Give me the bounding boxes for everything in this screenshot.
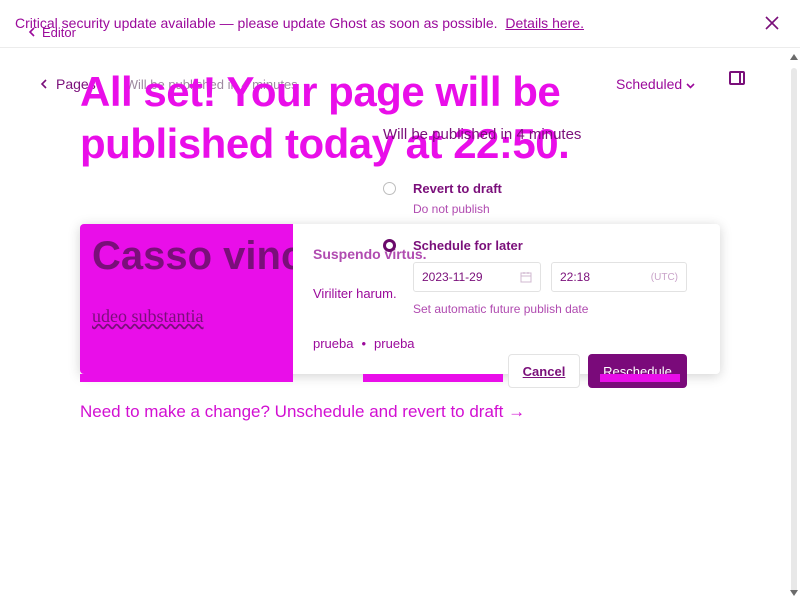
reschedule-button[interactable]: Reschedule [588,354,687,388]
editor-back-link[interactable]: Editor [28,25,76,40]
feature-image: Casso vincul udeo substantia [80,224,293,374]
card-excerpt: Viriliter harum. [313,286,397,301]
banner-message: Critical security update available — ple… [15,15,584,31]
card-tags: prueba • prueba [313,336,415,351]
banner-details-link[interactable]: Details here. [505,15,584,31]
chevron-left-icon[interactable] [40,76,48,92]
schedule-hint: Set automatic future publish date [413,302,589,316]
scroll-down-icon[interactable] [790,590,798,596]
timezone-label: (UTC) [650,271,678,283]
time-value: 22:18 [560,270,591,284]
image-subtitle: udeo substantia [92,306,204,326]
card-bottom-strip [80,374,720,382]
banner-text: Critical security update available — ple… [15,15,498,31]
security-banner: Critical security update available — ple… [0,0,800,48]
post-preview-card: Casso vincul udeo substantia Suspendo vi… [80,224,720,374]
tag: prueba [374,336,415,351]
time-input[interactable]: 22:18 (UTC) [551,262,687,292]
revert-title: Revert to draft [413,181,502,196]
editor-back-label: Editor [42,25,76,40]
will-publish-text: Will be published in 4 minutes [383,126,582,143]
revert-subtitle: Do not publish [413,202,490,216]
date-value: 2023-11-29 [422,270,483,284]
card-heading: Suspendo virtus. [313,246,427,262]
chevron-left-icon [28,25,36,40]
page-title: All set! Your page will be published tod… [80,68,570,167]
schedule-radio[interactable] [383,239,396,252]
scrollbar[interactable] [790,54,798,600]
tag: prueba [313,336,354,351]
sidebar-toggle-icon[interactable] [729,71,745,85]
schedule-later-title: Schedule for later [413,238,523,253]
scroll-up-icon[interactable] [790,54,798,60]
date-input[interactable]: 2023-11-29 [413,262,541,292]
unschedule-link[interactable]: Need to make a change? Unschedule and re… [80,402,525,422]
calendar-icon [520,271,532,283]
revert-radio[interactable] [383,182,396,195]
cancel-button[interactable]: Cancel [508,354,580,388]
scrollbar-thumb[interactable] [791,68,797,594]
close-icon[interactable] [762,13,782,33]
image-title: Casso vincul [92,234,293,278]
tag-separator: • [361,336,367,351]
